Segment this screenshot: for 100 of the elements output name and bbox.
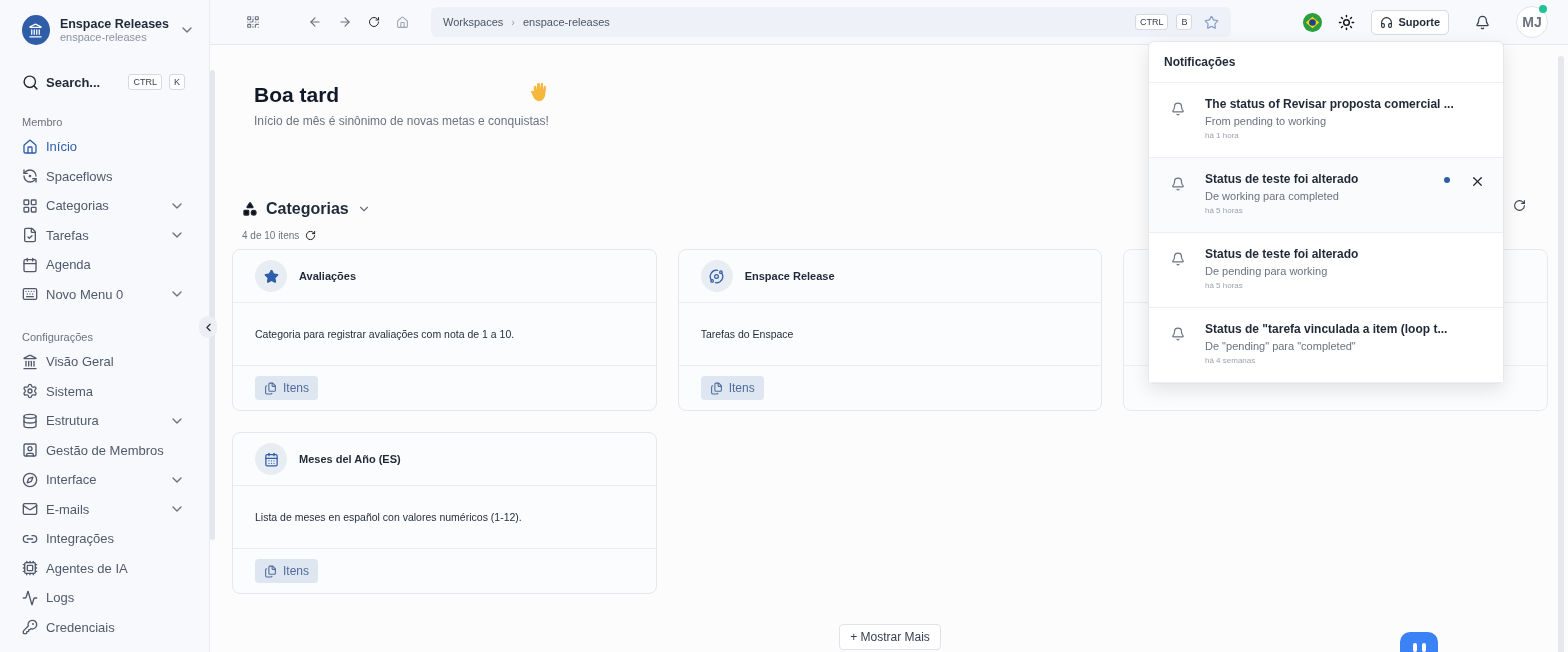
items-button[interactable]: Itens [255, 376, 318, 400]
activity-icon [22, 589, 38, 606]
house-icon [22, 138, 38, 155]
notification-item[interactable]: Status de teste foi alterado De pending para working há 5 horas [1149, 233, 1503, 308]
bell-icon [1171, 102, 1185, 116]
greeting-title: Boa tard [254, 82, 341, 107]
workspace-name: Enspace Releases [59, 17, 169, 31]
sidebar-item[interactable]: Novo Menu 0 [22, 279, 209, 309]
notification-title: Status de teste foi alterado [1205, 172, 1360, 186]
flag-icon[interactable] [1303, 12, 1323, 32]
card-title: Enspace Release [744, 270, 835, 282]
workspace-logo[interactable] [22, 15, 50, 45]
notification-detail: From pending to working [1205, 115, 1328, 127]
bell-icon [1171, 327, 1185, 341]
sidebar-item[interactable]: Interface [22, 465, 209, 495]
sidebar-item[interactable]: Integrações [22, 524, 209, 554]
notification-item[interactable]: Status de "tarefa vinculada a item (loop t... De "pending" para "completed" há 4 semanas [1149, 308, 1503, 383]
section-label: Configurações [22, 331, 94, 343]
avatar[interactable]: MJ [1516, 6, 1548, 38]
planet-icon [700, 260, 733, 292]
database-icon [22, 412, 38, 429]
notification-item[interactable]: The status of Revisar proposta comercial ... From pending to working há 1 hora [1149, 83, 1503, 158]
card-description: Tarefas do Enspace [700, 328, 794, 340]
item-count: 4 de 10 itens [242, 230, 300, 241]
notification-title: The status of Revisar proposta comercial ... [1205, 97, 1455, 111]
document-check-icon [22, 227, 38, 244]
headset-icon [1380, 15, 1394, 29]
card-description: Lista de meses en español con valores numéricos (1-12). [255, 511, 522, 523]
bell-icon [1171, 177, 1185, 191]
notification-item[interactable]: Status de teste foi alterado De working para completed há 5 horas [1149, 158, 1503, 233]
loop-icon [22, 168, 38, 185]
notification-title: Status de "tarefa vinculada a item (loop t... [1205, 322, 1449, 336]
sidebar-item[interactable]: Agentes de IA [22, 553, 209, 583]
show-more-button[interactable]: + Mostrar Mais [839, 624, 941, 650]
items-button[interactable]: Itens [700, 376, 764, 400]
sidebar-item[interactable]: Visão Geral [22, 347, 209, 377]
notification-detail: De "pending" para "completed" [1205, 340, 1357, 352]
sidebar-item[interactable]: Categorias [22, 191, 209, 221]
chevron-right-icon: › [511, 16, 515, 28]
files-icon [264, 381, 277, 395]
keyboard-icon [22, 286, 38, 303]
section-label: Membro [22, 116, 64, 128]
notification-title: Status de teste foi alterado [1205, 247, 1360, 261]
section-title: Categorias [266, 200, 349, 218]
items-button[interactable]: Itens [255, 559, 318, 583]
refresh-icon[interactable] [305, 230, 317, 241]
notification-time: há 1 hora [1205, 131, 1240, 140]
star-icon[interactable] [1204, 14, 1220, 30]
calendar-icon [255, 443, 287, 475]
key-hint: K [169, 74, 185, 90]
mail-icon [22, 501, 38, 518]
calendar-icon [22, 256, 38, 273]
bell-icon [1171, 252, 1185, 266]
forward-icon[interactable] [338, 15, 352, 29]
notification-time: há 5 horas [1205, 281, 1244, 290]
shapes-icon [242, 201, 258, 217]
breadcrumb-item[interactable]: Workspaces [443, 16, 504, 28]
panel-title: Notificações [1164, 55, 1236, 69]
key-icon [22, 619, 38, 636]
close-icon[interactable] [1470, 174, 1485, 189]
sidebar-item[interactable]: Credenciais [22, 612, 209, 642]
key-hint: B [1176, 14, 1193, 30]
sidebar-item[interactable]: Logs [22, 583, 209, 613]
qr-icon[interactable] [246, 15, 260, 29]
bell-icon[interactable] [1475, 14, 1490, 30]
address-bar[interactable]: Workspaces › enspace-releases CTRL B [431, 7, 1232, 37]
workspace-slug: enspace-releases [59, 31, 148, 43]
search-icon [22, 73, 39, 91]
breadcrumb-item[interactable]: enspace-releases [523, 16, 610, 28]
back-icon[interactable] [308, 15, 322, 29]
files-icon [264, 564, 277, 578]
sidebar-item[interactable]: Tarefas [22, 220, 209, 250]
sidebar-item[interactable]: Estrutura [22, 406, 209, 436]
card-description: Categoria para registrar avaliações com nota de 1 a 10. [255, 328, 515, 340]
collapse-button[interactable] [199, 316, 217, 338]
sidebar-item[interactable]: Agenda [22, 250, 209, 280]
settings-icon [22, 383, 38, 400]
reload-icon[interactable] [368, 16, 380, 28]
sidebar-item[interactable]: Spaceflows [22, 161, 209, 191]
chip-icon [22, 560, 38, 577]
grid-icon [22, 197, 38, 214]
card-title: Meses del Año (ES) [299, 453, 401, 465]
user-card-icon [22, 442, 38, 459]
support-button[interactable]: Suporte [1371, 9, 1449, 35]
notification-time: há 4 semanas [1205, 356, 1257, 365]
building-icon [22, 353, 38, 370]
sidebar-item[interactable]: Início [22, 132, 209, 162]
notification-time: há 5 horas [1205, 206, 1244, 215]
sidebar-item[interactable]: Sistema [22, 376, 209, 406]
files-icon [709, 381, 723, 395]
compass-icon [22, 471, 38, 488]
sidebar-item[interactable]: Gestão de Membros [22, 435, 209, 465]
greeting-subtitle: Início de mês é sinônimo de novas metas e conquistas! [254, 114, 549, 128]
search-button[interactable]: Search... [46, 74, 122, 90]
sidebar-item[interactable]: E-mails [22, 494, 209, 524]
sun-icon[interactable] [1338, 13, 1356, 31]
notification-detail: De pending para working [1205, 265, 1329, 277]
card-title: Avaliações [299, 270, 357, 282]
refresh-icon[interactable] [1513, 199, 1526, 212]
key-hint: CTRL [128, 74, 162, 90]
